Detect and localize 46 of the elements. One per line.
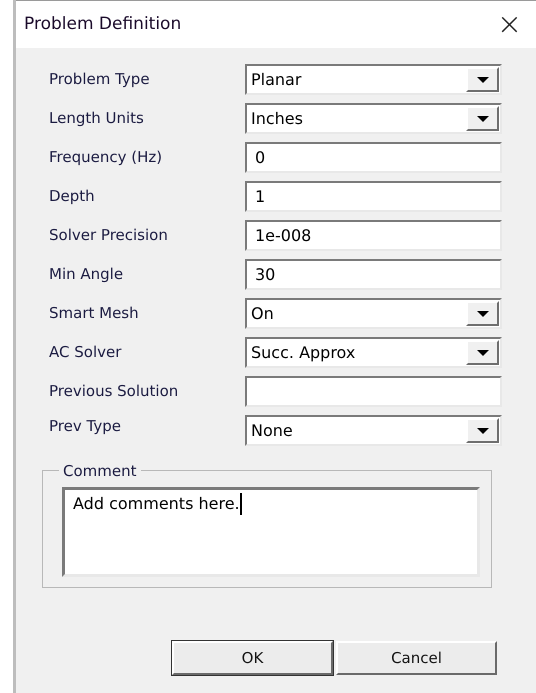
- input-field[interactable]: 1: [245, 181, 502, 212]
- comment-text-area[interactable]: Add comments here.: [62, 487, 480, 577]
- dropdown-value: None: [250, 420, 294, 442]
- field-label: Depth: [49, 186, 96, 208]
- input-field[interactable]: 0: [245, 142, 502, 173]
- input-field[interactable]: 1e-008: [245, 220, 502, 251]
- caret-icon: [476, 116, 488, 122]
- caret-icon: [476, 350, 488, 356]
- field-label: Problem Type: [49, 69, 151, 90]
- dropdown-value: On: [250, 302, 275, 324]
- field-label: AC Solver: [49, 342, 122, 364]
- dropdown-value: Succ. Approx: [250, 342, 356, 364]
- caret-icon: [476, 76, 488, 82]
- comment-text: Add comments here.: [73, 493, 240, 515]
- input-value: 30: [254, 264, 276, 286]
- field-label: Solver Precision: [49, 225, 169, 246]
- dropdown-arrow-button[interactable]: [466, 106, 499, 131]
- dialog-button[interactable]: OK: [172, 641, 333, 675]
- input-field[interactable]: 30: [245, 259, 502, 290]
- dialog-button[interactable]: Cancel: [336, 641, 497, 675]
- field-label: Min Angle: [49, 264, 124, 286]
- input-value: 0: [254, 146, 266, 168]
- field-label: Length Units: [49, 108, 145, 130]
- input-value: 1: [254, 186, 266, 208]
- caret-icon: [476, 310, 488, 316]
- text-cursor: [240, 493, 242, 515]
- dropdown[interactable]: None: [245, 415, 502, 446]
- window-title: Problem Definition: [24, 12, 182, 36]
- caret-icon: [476, 428, 488, 434]
- dropdown[interactable]: Succ. Approx: [245, 337, 502, 368]
- field-label: Previous Solution: [49, 381, 180, 402]
- dropdown[interactable]: Inches: [245, 103, 502, 134]
- field-label: Prev Type: [49, 416, 122, 437]
- dropdown[interactable]: On: [245, 298, 502, 329]
- dropdown-arrow-button[interactable]: [466, 418, 499, 443]
- input-field[interactable]: [245, 376, 502, 407]
- dropdown-arrow-button[interactable]: [466, 340, 499, 365]
- dropdown-value: Inches: [250, 108, 304, 130]
- dropdown-arrow-button[interactable]: [466, 67, 499, 92]
- close-button[interactable]: ×: [488, 10, 530, 40]
- field-label: Smart Mesh: [49, 303, 140, 324]
- field-label: Frequency (Hz): [49, 147, 164, 168]
- dropdown-value: Planar: [250, 68, 302, 90]
- dropdown[interactable]: Planar: [245, 64, 502, 95]
- input-value: 1e-008: [254, 224, 312, 246]
- dropdown-arrow-button[interactable]: [466, 301, 499, 326]
